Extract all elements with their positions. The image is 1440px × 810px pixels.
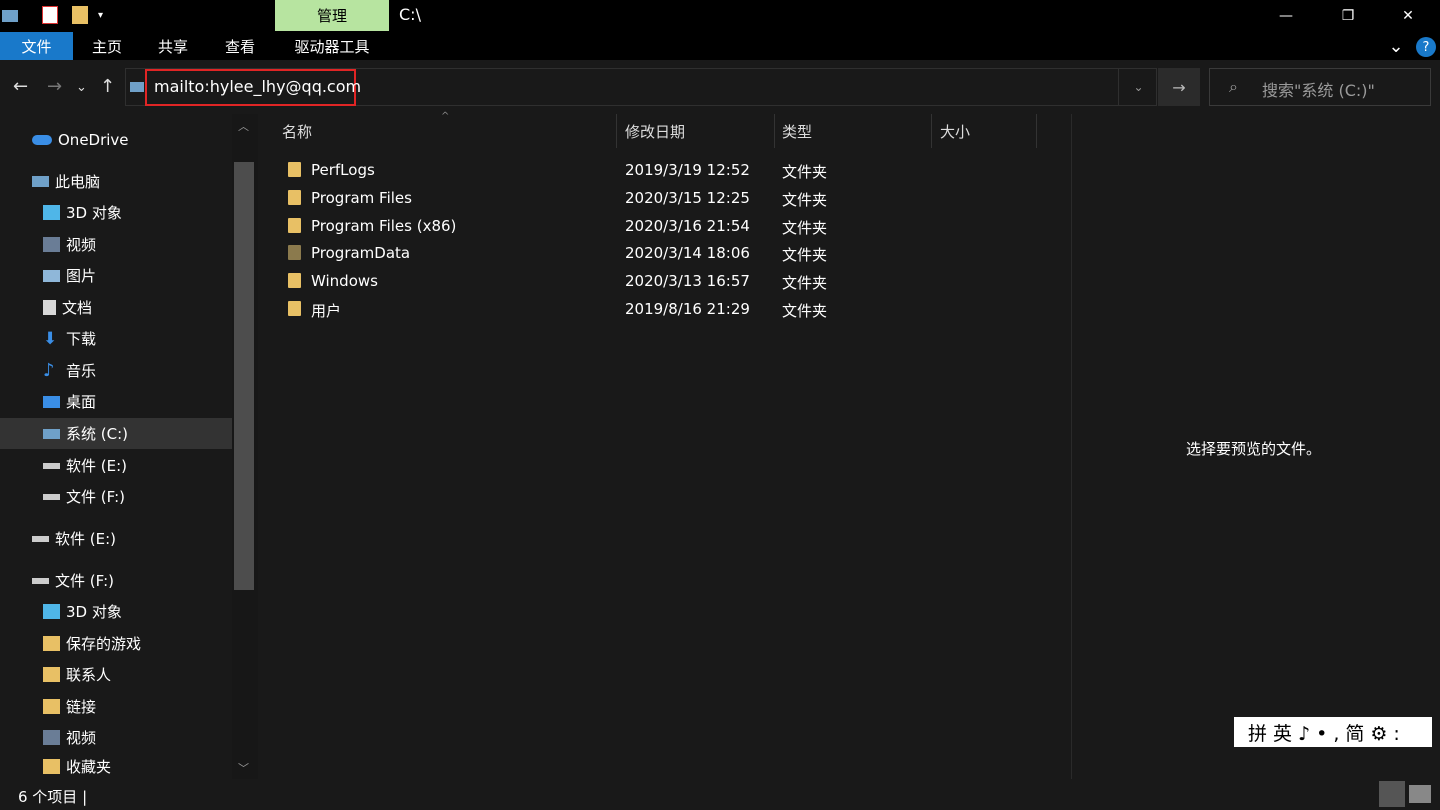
window-title: C:\ [399,5,421,24]
column-divider[interactable] [1036,114,1037,148]
drive-icon [32,535,49,542]
column-header-modified[interactable]: 修改日期 [625,121,685,142]
customize-quick-access-icon[interactable]: ▾ [98,10,114,28]
folder-icon [288,273,301,288]
column-divider[interactable] [616,114,617,148]
tab-drive-tools[interactable]: 驱动器工具 [280,32,384,60]
drive-icon [130,82,144,92]
up-arrow-icon[interactable]: ↑ [100,76,115,97]
folder-icon [288,162,301,177]
table-row[interactable]: Program Files (x86) 2020/3/16 21:54 文件夹 [280,213,1040,240]
folder-icon [43,758,60,774]
ime-toolbar[interactable]: 拼英♪•,简⚙: [1234,717,1432,747]
tab-view[interactable]: 查看 [214,32,266,60]
tab-share[interactable]: 共享 [147,32,199,60]
computer-icon [32,176,49,187]
drive-icon [43,428,60,439]
drive-icon [32,577,49,584]
film-icon [43,730,60,745]
column-divider[interactable] [931,114,932,148]
table-row[interactable]: ProgramData 2020/3/14 18:06 文件夹 [280,240,1040,267]
scroll-down-icon[interactable]: ﹀ [238,760,249,776]
folder-icon [288,301,301,316]
drive-icon [43,493,60,500]
picture-icon [43,269,60,282]
tab-file[interactable]: 文件 [0,32,73,60]
minimize-button[interactable]: — [1256,0,1316,32]
recent-locations-icon[interactable]: ⌄ [76,80,87,95]
cube-icon [43,604,60,619]
search-placeholder: 搜索"系统 (C:)" [1262,81,1375,100]
column-header-size[interactable]: 大小 [940,121,970,142]
film-icon [43,237,60,252]
large-icons-view-icon[interactable] [1409,785,1431,803]
cloud-icon [32,134,52,145]
forward-arrow-icon[interactable]: → [47,76,62,97]
title-bar: ▾ [0,0,1440,32]
table-row[interactable]: Windows 2020/3/13 16:57 文件夹 [280,268,1040,295]
new-folder-icon[interactable] [72,6,88,24]
drive-icon[interactable] [2,10,18,22]
nav-item-files-f-root[interactable]: 文件 (F:) [0,565,264,596]
document-icon [43,300,56,315]
folder-icon [288,190,301,205]
cube-icon [43,205,60,220]
music-note-icon: ♪ [43,360,55,381]
hidden-folder-icon [288,245,301,260]
close-button[interactable]: ✕ [1378,0,1438,32]
nav-item-this-pc[interactable]: 此电脑 [0,166,264,197]
download-arrow-icon: ⬇ [43,328,58,349]
nav-item-onedrive[interactable]: OneDrive [0,124,264,155]
tab-home[interactable]: 主页 [81,32,133,60]
table-row[interactable]: PerfLogs 2019/3/19 12:52 文件夹 [280,157,1040,184]
preview-message: 选择要预览的文件。 [1186,440,1322,458]
expand-ribbon-icon[interactable]: ⌄ [1384,32,1408,60]
folder-icon [43,636,60,651]
desktop-icon [43,395,60,408]
status-bar [0,779,1440,810]
back-arrow-icon[interactable]: ← [13,76,28,97]
folder-icon [43,667,60,682]
folder-icon [288,218,301,233]
address-input[interactable]: mailto:hylee_lhy@qq.com [154,77,361,96]
restore-button[interactable]: ❐ [1318,0,1378,32]
column-header-name[interactable]: 名称 [282,121,312,142]
nav-scrollbar-thumb[interactable] [234,162,254,590]
folder-icon [43,699,60,714]
ribbon-tabs: 文件 主页 共享 查看 驱动器工具 ⌄ ? [0,32,1440,60]
manage-tab[interactable]: 管理 [275,0,389,31]
column-divider[interactable] [774,114,775,148]
sort-ascending-icon: ^ [441,111,450,122]
column-header-type[interactable]: 类型 [782,121,812,142]
scroll-up-icon[interactable]: ︿ [238,118,249,134]
table-row[interactable]: Program Files 2020/3/15 12:25 文件夹 [280,185,1040,212]
nav-item-software-e-root[interactable]: 软件 (E:) [0,523,264,554]
properties-icon[interactable] [42,6,58,24]
address-dropdown-icon[interactable]: ⌄ [1118,68,1158,106]
help-icon[interactable]: ? [1416,37,1436,57]
table-row[interactable]: 用户 2019/8/16 21:29 文件夹 [280,296,1040,323]
drive-icon [43,462,60,469]
go-arrow-icon[interactable]: → [1158,68,1200,106]
item-count: 6 个项目 | [18,788,88,806]
details-view-icon[interactable] [1379,781,1405,807]
search-icon: ⌕ [1229,77,1238,96]
